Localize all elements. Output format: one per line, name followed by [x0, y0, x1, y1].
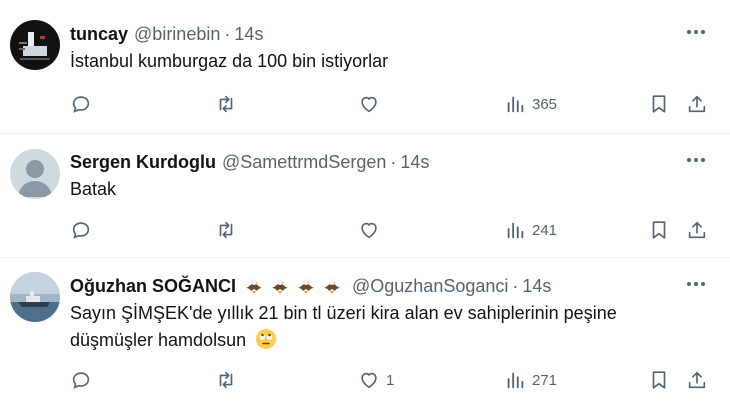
avatar[interactable]: [10, 149, 60, 199]
views-icon: [507, 222, 524, 239]
display-name[interactable]: Sergen Kurdoglu: [70, 152, 216, 173]
views-icon: [507, 96, 524, 113]
tweet-text: Batak: [70, 179, 117, 199]
bookmark-icon: [652, 95, 666, 113]
more-options-icon[interactable]: [684, 150, 708, 170]
tweet-text-content: Sayın ŞİMŞEK'de yıllık 21 bin tl üzeri k…: [70, 303, 617, 350]
timestamp[interactable]: 14s: [400, 152, 429, 173]
reply-button[interactable]: [70, 92, 98, 116]
retweet-icon: [219, 95, 233, 113]
view-count: 365: [532, 95, 558, 113]
reply-icon: [72, 96, 90, 113]
bookmark-button[interactable]: [648, 92, 670, 116]
retweet-button[interactable]: [215, 368, 243, 392]
share-icon: [688, 95, 706, 113]
more-options-icon[interactable]: [684, 274, 708, 294]
views-button[interactable]: 365: [504, 92, 557, 116]
user-handle[interactable]: @SamettrmdSergen: [222, 152, 386, 173]
share-icon: [688, 221, 706, 239]
avatar[interactable]: [10, 272, 60, 322]
share-button[interactable]: [686, 218, 708, 242]
view-count: 241: [532, 221, 558, 239]
share-icon: [688, 371, 706, 389]
eagle-emoji-icon: [298, 279, 314, 294]
reply-icon: [72, 222, 90, 239]
eagle-emoji-icon: [324, 279, 340, 294]
tweet-actions: 1 271: [0, 368, 730, 392]
bookmark-button[interactable]: [648, 368, 670, 392]
face-with-rolling-eyes-icon: [256, 329, 277, 349]
tweet-text: Sayın ŞİMŞEK'de yıllık 21 bin tl üzeri k…: [70, 300, 690, 354]
separator-dot: ·: [390, 151, 397, 172]
views-button[interactable]: 241: [504, 218, 557, 242]
like-button[interactable]: [358, 218, 386, 242]
timestamp[interactable]: 14s: [522, 276, 551, 297]
reply-icon: [72, 372, 90, 389]
views-button[interactable]: 271: [504, 368, 557, 392]
name-emoji-badges: [244, 276, 342, 296]
display-name[interactable]: tuncay: [70, 24, 128, 45]
like-button[interactable]: [358, 92, 386, 116]
tweet-header: Sergen Kurdoglu @SamettrmdSergen · 14s: [70, 150, 429, 174]
share-button[interactable]: [686, 92, 708, 116]
tweet-header: tuncay @birinebin · 14s: [70, 22, 263, 46]
bookmark-button[interactable]: [648, 218, 670, 242]
view-count: 271: [532, 371, 558, 389]
tweet-actions: 365: [0, 92, 730, 116]
more-options-icon[interactable]: [684, 22, 708, 42]
retweet-button[interactable]: [215, 92, 243, 116]
heart-icon: [361, 372, 377, 389]
display-name[interactable]: Oğuzhan SOĞANCI: [70, 276, 236, 297]
timestamp[interactable]: 14s: [234, 24, 263, 45]
user-handle[interactable]: @OguzhanSoganci: [352, 276, 508, 297]
tweet[interactable]: Oğuzhan SOĞANCI @OguzhanSoganci · 14s Sa…: [0, 258, 730, 420]
like-count: 1: [386, 371, 395, 389]
tweet-feed: tuncay @birinebin · 14s İstanbul kumburg…: [0, 0, 730, 420]
tweet-text: İstanbul kumburgaz da 100 bin istiyorlar: [70, 51, 389, 71]
retweet-icon: [219, 221, 233, 239]
tweet[interactable]: Sergen Kurdoglu @SamettrmdSergen · 14s B…: [0, 134, 730, 258]
tweet-header: Oğuzhan SOĞANCI @OguzhanSoganci · 14s: [70, 274, 551, 298]
reply-button[interactable]: [70, 218, 98, 242]
like-button[interactable]: 1: [358, 368, 394, 392]
bookmark-icon: [652, 221, 666, 239]
heart-icon: [361, 222, 377, 239]
heart-icon: [361, 96, 377, 113]
tweet[interactable]: tuncay @birinebin · 14s İstanbul kumburg…: [0, 0, 730, 134]
separator-dot: ·: [224, 23, 231, 44]
user-handle[interactable]: @birinebin: [134, 24, 220, 45]
retweet-button[interactable]: [215, 218, 243, 242]
retweet-icon: [219, 371, 233, 389]
eagle-emoji-icon: [246, 279, 262, 294]
share-button[interactable]: [686, 368, 708, 392]
bookmark-icon: [652, 371, 666, 389]
views-icon: [507, 372, 524, 389]
tweet-actions: 241: [0, 218, 730, 242]
reply-button[interactable]: [70, 368, 98, 392]
eagle-emoji-icon: [272, 279, 288, 294]
avatar[interactable]: [10, 20, 60, 70]
separator-dot: ·: [512, 275, 519, 296]
